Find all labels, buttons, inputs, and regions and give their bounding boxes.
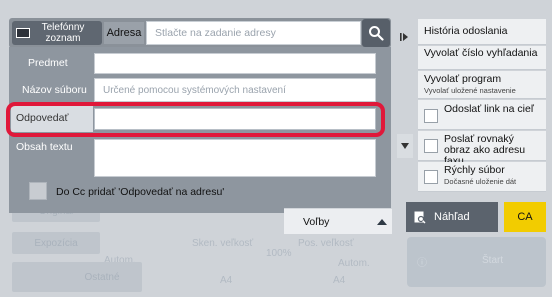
bg-scan-size-label: Sken. veľkosť <box>192 238 254 249</box>
right-item-quick-file-sub: Dočasné uloženie dát <box>444 177 517 186</box>
right-item-recall-program-sub: Vyvolať uložené nastavenie <box>424 86 516 95</box>
cc-reply-checkbox[interactable] <box>29 182 47 200</box>
right-item-same-image-fax[interactable]: Poslať rovnaký obraz ako adresu faxu <box>418 131 546 167</box>
address-book-button[interactable]: Telefónny zoznam <box>12 21 102 45</box>
filename-label: Názov súboru <box>22 84 87 96</box>
right-item-quick-file[interactable]: Rýchly súbor Dočasné uloženie dát <box>418 162 546 192</box>
bg-send-size-label: Pos. veľkosť <box>298 238 354 249</box>
quick-file-checkbox[interactable] <box>424 170 438 184</box>
ca-button[interactable]: CA <box>504 202 546 232</box>
address-input[interactable]: Stlačte na zadanie adresy <box>146 21 361 45</box>
start-label: Štart <box>482 255 504 266</box>
search-button[interactable] <box>362 19 390 47</box>
cc-reply-label: Do Cc pridať 'Odpovedať na adresu' <box>56 186 225 198</box>
address-label: Adresa <box>104 22 144 44</box>
right-item-history-label: História odoslania <box>424 25 508 37</box>
bg-size-value-1: A4 <box>220 275 233 286</box>
start-icon: ⓘ <box>417 258 427 269</box>
right-item-send-link[interactable]: Odoslať link na cieľ <box>418 100 546 130</box>
highlight-frame <box>6 102 385 137</box>
right-item-recall-program[interactable]: Vyvolať program Vyvolať uložené nastaven… <box>418 71 546 99</box>
right-item-history[interactable]: História odoslania <box>418 19 546 45</box>
right-item-recall-search[interactable]: Vyvolať číslo vyhľadania <box>418 46 546 70</box>
ca-label: CA <box>517 211 533 223</box>
subject-label: Predmet <box>28 57 68 69</box>
start-button: ⓘ Štart <box>407 237 546 287</box>
preview-icon <box>414 211 426 224</box>
chevron-up-icon <box>377 219 387 225</box>
bg-size-value-2: A4 <box>333 275 346 286</box>
same-image-fax-checkbox[interactable] <box>424 139 438 153</box>
subject-input[interactable] <box>94 53 376 74</box>
options-label: Voľby <box>303 216 330 228</box>
bg-exposure-label: Expozícia <box>34 237 78 249</box>
search-icon <box>369 26 384 41</box>
bg-zoom-value: 100% <box>266 248 292 259</box>
book-icon <box>16 28 30 38</box>
right-item-recall-program-label: Vyvolať program <box>424 73 502 85</box>
body-text-label: Obsah textu <box>16 141 73 153</box>
bg-other-tile: Ostatné <box>12 262 142 292</box>
collapse-arrow-icon <box>400 33 408 41</box>
right-item-recall-search-label: Vyvolať číslo vyhľadania <box>424 47 538 59</box>
bg-other-label: Ostatné <box>84 271 120 283</box>
options-tab[interactable] <box>284 208 392 234</box>
chevron-down-icon <box>401 143 409 149</box>
collapse-panel-button[interactable] <box>395 28 413 46</box>
right-panel-scroll-button[interactable] <box>397 134 413 158</box>
body-text-input[interactable] <box>94 139 376 177</box>
right-item-send-link-label: Odoslať link na cieľ <box>444 103 534 115</box>
bg-exposure-tile: Expozícia <box>12 232 100 254</box>
preview-label: Náhľad <box>434 211 470 223</box>
right-item-quick-file-label: Rýchly súbor <box>444 164 505 176</box>
address-book-label: Telefónny zoznam <box>41 22 85 44</box>
filename-input[interactable]: Určené pomocou systémových nastavení <box>94 78 376 102</box>
bg-auto-label-2: Autom. <box>338 258 370 269</box>
send-link-checkbox[interactable] <box>424 109 438 123</box>
